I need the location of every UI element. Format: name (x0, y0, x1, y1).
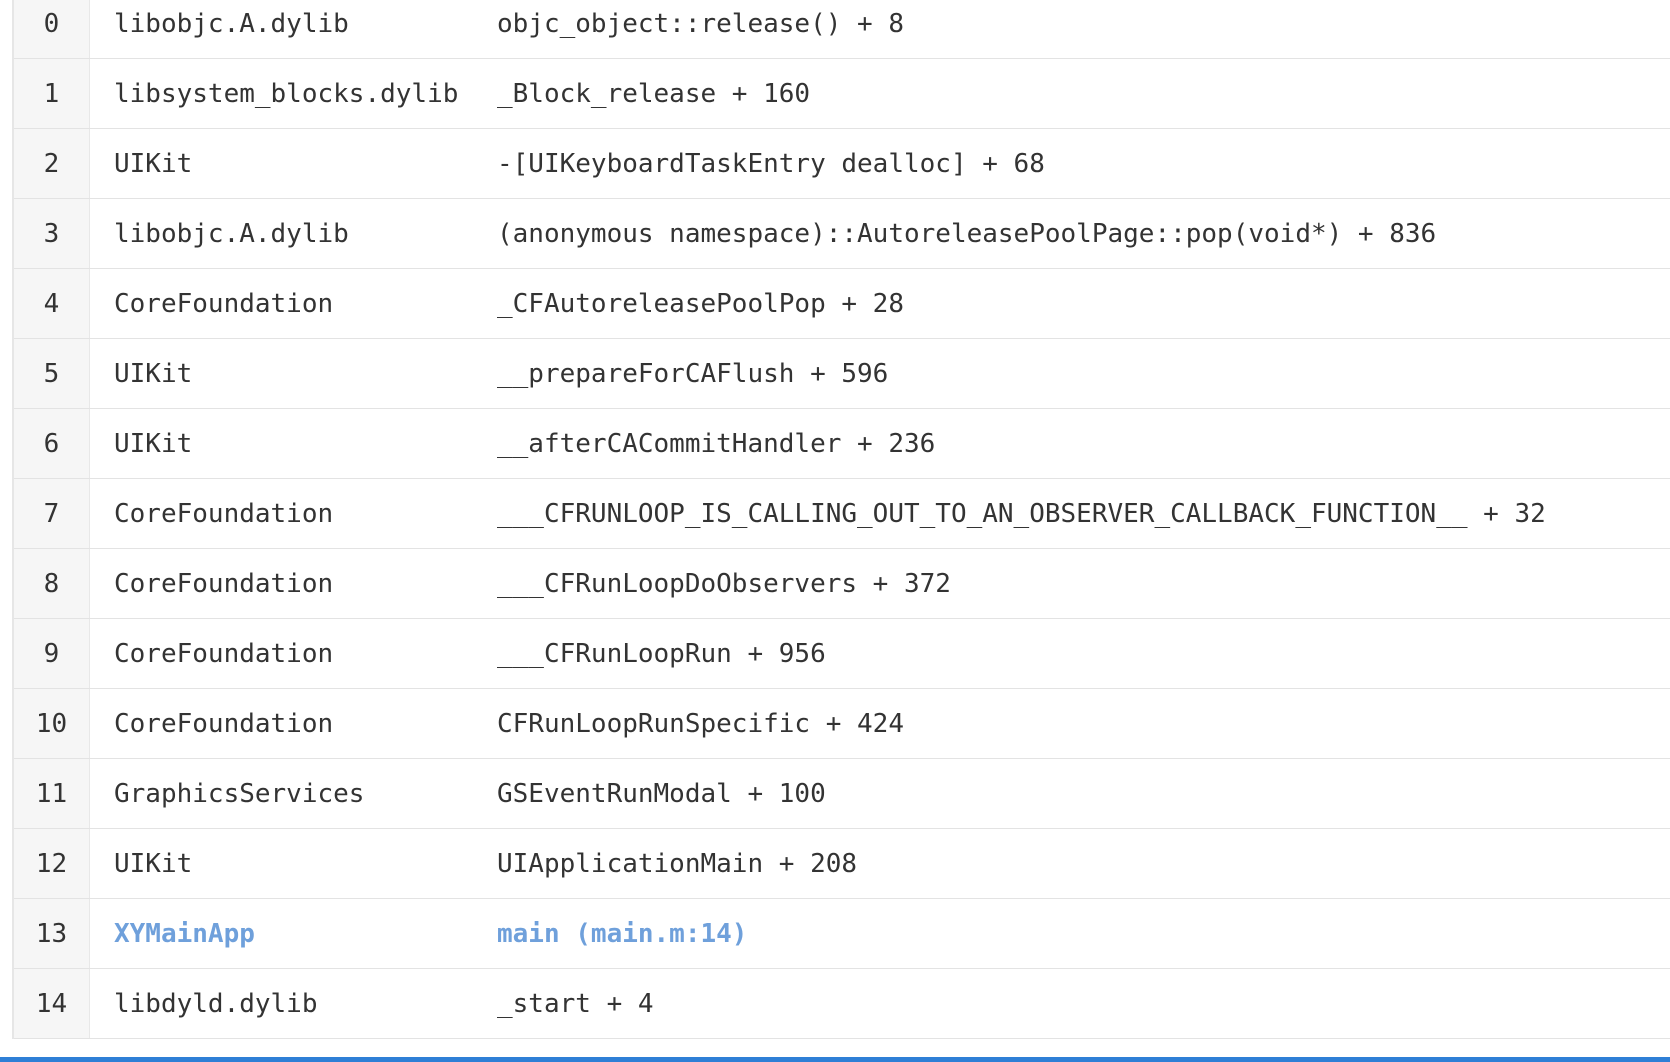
frame-symbol: objc_object::release() + 8 (497, 8, 904, 39)
frame-module: UIKit (114, 358, 193, 389)
stack-frame-row[interactable]: 13 XYMainApp main (main.m:14) (14, 899, 1670, 969)
frame-module: CoreFoundation (114, 498, 334, 529)
frame-module: XYMainApp (114, 918, 255, 949)
stack-frame-row[interactable]: 2 UIKit -[UIKeyboardTaskEntry dealloc] +… (14, 129, 1670, 199)
frame-symbol: _CFAutoreleasePoolPop + 28 (497, 288, 904, 319)
stack-frame-row[interactable]: 10 CoreFoundation CFRunLoopRunSpecific +… (14, 689, 1670, 759)
stack-frame-row[interactable]: 3 libobjc.A.dylib (anonymous namespace):… (14, 199, 1670, 269)
frame-module: CoreFoundation (114, 708, 334, 739)
frame-index: 8 (14, 549, 90, 618)
frame-module: CoreFoundation (114, 568, 334, 599)
frame-index: 7 (14, 479, 90, 548)
frame-symbol: __prepareForCAFlush + 596 (497, 358, 889, 389)
frame-symbol: ___CFRunLoopRun + 956 (497, 638, 826, 669)
frame-index: 9 (14, 619, 90, 688)
stack-frame-row[interactable]: 5 UIKit __prepareForCAFlush + 596 (14, 339, 1670, 409)
frame-module: UIKit (114, 848, 193, 879)
frame-index: 12 (14, 829, 90, 898)
frame-index: 1 (14, 59, 90, 128)
frame-symbol: CFRunLoopRunSpecific + 424 (497, 708, 904, 739)
frame-module: UIKit (114, 148, 193, 179)
frame-module: libobjc.A.dylib (114, 8, 349, 39)
bottom-accent-rule (0, 1057, 1670, 1062)
frame-module: CoreFoundation (114, 288, 334, 319)
frame-index: 0 (14, 0, 90, 58)
frame-symbol: main (main.m:14) (497, 918, 748, 949)
frame-module: CoreFoundation (114, 638, 334, 669)
stack-frame-row[interactable]: 12 UIKit UIApplicationMain + 208 (14, 829, 1670, 899)
frame-index: 11 (14, 759, 90, 828)
frame-symbol: _Block_release + 160 (497, 78, 811, 109)
frame-module: GraphicsServices (114, 778, 365, 809)
frame-module: libdyld.dylib (114, 988, 318, 1019)
frame-module: libobjc.A.dylib (114, 218, 349, 249)
stack-frame-row[interactable]: 4 CoreFoundation _CFAutoreleasePoolPop +… (14, 269, 1670, 339)
crash-stack-trace: 0 libobjc.A.dylib objc_object::release()… (0, 0, 1670, 1062)
stack-frame-row[interactable]: 11 GraphicsServices GSEventRunModal + 10… (14, 759, 1670, 829)
stack-frame-row[interactable]: 7 CoreFoundation ___CFRUNLOOP_IS_CALLING… (14, 479, 1670, 549)
frame-index: 13 (14, 899, 90, 968)
frame-index: 6 (14, 409, 90, 478)
frame-symbol: GSEventRunModal + 100 (497, 778, 826, 809)
frame-index: 3 (14, 199, 90, 268)
frame-symbol: ___CFRunLoopDoObservers + 372 (497, 568, 951, 599)
frame-symbol: (anonymous namespace)::AutoreleasePoolPa… (497, 218, 1437, 249)
frame-symbol: __afterCACommitHandler + 236 (497, 428, 936, 459)
stack-frame-row[interactable]: 9 CoreFoundation ___CFRunLoopRun + 956 (14, 619, 1670, 689)
stack-frame-row[interactable]: 0 libobjc.A.dylib objc_object::release()… (14, 0, 1670, 59)
frame-index: 10 (14, 689, 90, 758)
frame-module: UIKit (114, 428, 193, 459)
frame-index: 4 (14, 269, 90, 338)
frame-index: 14 (14, 969, 90, 1038)
stack-frame-row[interactable]: 6 UIKit __afterCACommitHandler + 236 (14, 409, 1670, 479)
frame-symbol: UIApplicationMain + 208 (497, 848, 858, 879)
frame-module: libsystem_blocks.dylib (114, 78, 459, 109)
frame-index: 2 (14, 129, 90, 198)
frame-symbol: -[UIKeyboardTaskEntry dealloc] + 68 (497, 148, 1045, 179)
stack-frame-row[interactable]: 1 libsystem_blocks.dylib _Block_release … (14, 59, 1670, 129)
frame-symbol: _start + 4 (497, 988, 654, 1019)
stack-frame-row[interactable]: 14 libdyld.dylib _start + 4 (14, 969, 1670, 1039)
frame-symbol: ___CFRUNLOOP_IS_CALLING_OUT_TO_AN_OBSERV… (497, 498, 1546, 529)
frame-index: 5 (14, 339, 90, 408)
stack-frame-table: 0 libobjc.A.dylib objc_object::release()… (12, 0, 1670, 1039)
stack-frame-row[interactable]: 8 CoreFoundation ___CFRunLoopDoObservers… (14, 549, 1670, 619)
